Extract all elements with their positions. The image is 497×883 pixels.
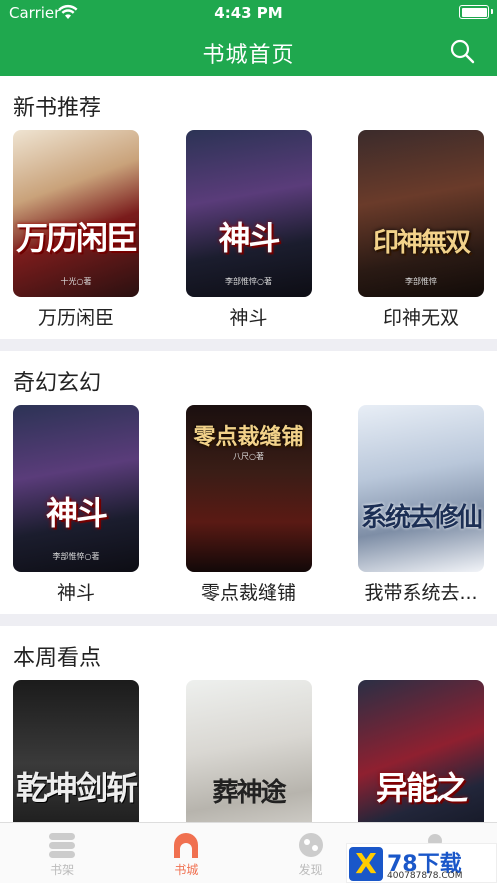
book-card[interactable]: 万历闲臣 十光○著 万历闲臣 xyxy=(13,130,139,333)
cover-author: 李部惟悴 xyxy=(405,277,437,286)
book-title[interactable]: 印神无双 xyxy=(358,303,484,333)
book-card[interactable]: 葬神途 xyxy=(185,680,312,822)
book-card[interactable]: 神斗 李部惟悴○著 神斗 xyxy=(185,130,312,333)
watermark-logo: X xyxy=(349,847,383,881)
book-cover[interactable]: 葬神途 xyxy=(185,680,312,822)
section-new-books: 新书推荐 万历闲臣 十光○著 万历闲臣 神斗 李部惟悴○著 神斗 印神無双 李部… xyxy=(0,76,497,351)
book-row: 万历闲臣 十光○著 万历闲臣 神斗 李部惟悴○著 神斗 印神無双 李部惟悴 印神… xyxy=(0,130,497,333)
book-card[interactable]: 印神無双 李部惟悴 印神无双 xyxy=(358,130,484,333)
book-cover[interactable]: 异能之 xyxy=(358,680,484,822)
bookstore-icon xyxy=(174,833,199,858)
book-card[interactable]: 零点裁缝铺 八尺○著 零点裁缝铺 xyxy=(185,405,312,608)
book-card[interactable]: 系统去修仙 我带系统去... xyxy=(358,405,484,608)
cover-title: 印神無双 xyxy=(372,228,471,258)
tab-bookshelf[interactable]: 书架 xyxy=(0,823,124,883)
book-title[interactable]: 零点裁缝铺 xyxy=(186,578,312,608)
book-title[interactable]: 神斗 xyxy=(186,303,312,333)
book-cover[interactable]: 乾坤剑斩 xyxy=(13,680,139,822)
cover-author: 八尺○著 xyxy=(233,452,264,461)
bookshelf-icon xyxy=(49,833,76,858)
status-bar: Carrier 4:43 PM xyxy=(0,0,497,26)
discover-icon xyxy=(298,833,323,857)
cover-title: 零点裁缝铺 xyxy=(193,424,304,450)
cover-author: 李部惟悴○著 xyxy=(225,277,272,286)
cover-title: 异能之 xyxy=(375,769,468,807)
section-fantasy: 奇幻玄幻 神斗 李部惟悴○著 神斗 零点裁缝铺 八尺○著 零点裁缝铺 系统去修仙 xyxy=(0,351,497,626)
book-cover[interactable]: 印神無双 李部惟悴 xyxy=(358,130,484,297)
section-title: 奇幻玄幻 xyxy=(13,371,102,396)
cover-author: 李部惟悴○著 xyxy=(52,552,100,561)
tab-label: 书城 xyxy=(174,863,199,877)
tab-label: 发现 xyxy=(298,863,323,877)
cover-title: 万历闲臣 xyxy=(15,219,138,257)
book-card[interactable]: 异能之 xyxy=(358,680,484,822)
section-title: 新书推荐 xyxy=(13,96,102,121)
status-time: 4:43 PM xyxy=(214,4,283,22)
watermark-url: 400787878.COM xyxy=(387,871,463,881)
book-card[interactable]: 神斗 李部惟悴○著 神斗 xyxy=(13,405,139,608)
search-icon[interactable] xyxy=(449,38,475,64)
book-cover[interactable]: 系统去修仙 xyxy=(358,405,484,572)
page-title: 书城首页 xyxy=(202,43,295,68)
book-cover[interactable]: 零点裁缝铺 八尺○著 xyxy=(185,405,312,572)
cover-title: 乾坤剑斩 xyxy=(15,769,138,807)
book-row: 神斗 李部惟悴○著 神斗 零点裁缝铺 八尺○著 零点裁缝铺 系统去修仙 我带系统… xyxy=(0,405,497,608)
book-card[interactable]: 乾坤剑斩 xyxy=(13,680,139,822)
book-cover[interactable]: 神斗 李部惟悴○著 xyxy=(185,130,312,297)
book-title[interactable]: 万历闲臣 xyxy=(13,303,139,333)
watermark: X 78下载 400787878.COM xyxy=(346,843,497,883)
book-title[interactable]: 我带系统去... xyxy=(358,578,484,608)
section-weekly-highlights: 本周看点 乾坤剑斩 葬神途 异能之 xyxy=(0,626,497,822)
book-cover[interactable]: 神斗 李部惟悴○著 xyxy=(13,405,139,572)
book-row: 乾坤剑斩 葬神途 异能之 xyxy=(0,680,497,822)
cover-title: 系统去修仙 xyxy=(360,503,483,533)
battery-icon xyxy=(459,5,493,19)
book-title[interactable]: 神斗 xyxy=(13,578,139,608)
section-title: 本周看点 xyxy=(13,646,102,671)
section-divider xyxy=(0,614,497,626)
content-scroll[interactable]: 新书推荐 万历闲臣 十光○著 万历闲臣 神斗 李部惟悴○著 神斗 印神無双 李部… xyxy=(0,76,497,822)
tab-bookstore[interactable]: 书城 xyxy=(124,823,248,883)
cover-title: 葬神途 xyxy=(212,778,286,808)
tab-label: 书架 xyxy=(50,863,75,877)
cover-author: 十光○著 xyxy=(60,277,92,286)
section-divider xyxy=(0,339,497,351)
nav-bar: 书城首页 xyxy=(0,26,497,76)
book-cover[interactable]: 万历闲臣 十光○著 xyxy=(13,130,139,297)
cover-title: 神斗 xyxy=(45,494,108,532)
cover-title: 神斗 xyxy=(218,219,280,257)
